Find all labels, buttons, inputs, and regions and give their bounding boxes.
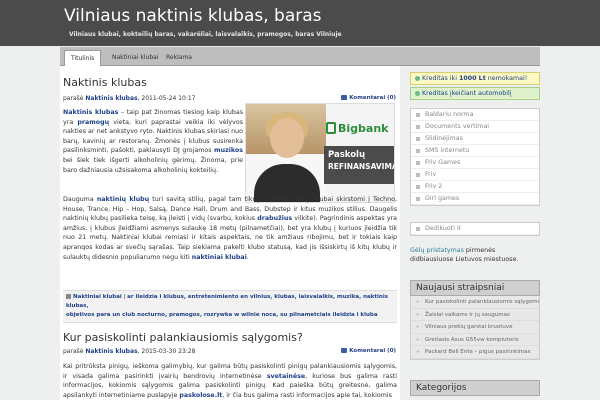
main-nav: Titulinis Naktiniai klubai Reklama bbox=[60, 47, 540, 66]
bullet-icon bbox=[415, 90, 420, 96]
ad-brand: Bigbank bbox=[338, 122, 389, 135]
text: bei šiek tiek išgerti alkoholinių gėrimų… bbox=[63, 156, 243, 174]
meta-prefix: parašė bbox=[63, 95, 84, 102]
recent-post-link[interactable]: Packard Bell Ente – pigus pasirinkimas bbox=[411, 346, 539, 359]
comments-count[interactable]: Komentarai (0) bbox=[349, 348, 396, 354]
link-naktiniu-klubu[interactable]: naktinių klubų bbox=[97, 196, 149, 203]
link-muzikos[interactable]: muzikos bbox=[214, 147, 243, 154]
link-paskolose[interactable]: paskolose.lt bbox=[179, 392, 222, 399]
bullet-icon bbox=[415, 75, 420, 81]
comment-icon bbox=[341, 348, 348, 353]
text: Kreditas iki bbox=[422, 75, 459, 82]
recent-post-link[interactable]: Žaislai vaikams ir jų saugumas bbox=[411, 309, 539, 321]
tab-titulinis[interactable]: Titulinis bbox=[64, 50, 102, 66]
recent-post-link[interactable]: Vilniaus prekių garstai kruotuve bbox=[411, 321, 539, 334]
sponsor-link[interactable]: Baldariu norma bbox=[411, 109, 539, 121]
site-title[interactable]: Vilniaus naktinis klubas, baras bbox=[64, 6, 322, 26]
post-meta: parašė Naktinis klubas, 2011-05-24 10:17 bbox=[63, 95, 195, 102]
comments-link[interactable]: Komentarai (0) bbox=[341, 95, 396, 101]
site-tagline: Vilniaus klubai, kokteilių baras, vakarė… bbox=[69, 31, 342, 38]
comment-icon bbox=[341, 95, 348, 100]
text-bold: 1000 Lt bbox=[458, 75, 486, 82]
text: Kreditas įkeičiant automobilį bbox=[422, 90, 512, 97]
sponsor-link[interactable]: Girl games bbox=[411, 193, 539, 205]
tab-reklama[interactable]: Reklama bbox=[160, 50, 198, 66]
post-date: , 2015-03-30 23:28 bbox=[137, 348, 196, 355]
main-content: Naktinis klubas parašė Naktinis klubas, … bbox=[60, 66, 400, 400]
tab-naktiniai-klubai[interactable]: Naktiniai klubai bbox=[106, 50, 164, 66]
sponsor-link[interactable]: Friv Games bbox=[411, 157, 539, 169]
bigbank-ad[interactable]: Bigbank Paskolų REFINANSAVIMAS bbox=[245, 103, 395, 203]
recent-post-link[interactable]: Kur pasiskolinti palankiausiomis sąlygom… bbox=[411, 296, 539, 309]
text: . bbox=[246, 253, 249, 261]
category-link[interactable]: Naktiniai klubai bbox=[73, 294, 122, 300]
link-drabuzius[interactable]: drabužius bbox=[257, 215, 292, 222]
link-naktinis-klubas[interactable]: Naktinis klubas bbox=[63, 109, 118, 116]
sponsor-link[interactable]: SMS internetu bbox=[411, 145, 539, 157]
sponsor-links: Baldariu norma Documents vertimai Slidin… bbox=[410, 108, 540, 206]
post-body-p2: Dauguma naktinių klubų turi savitą stili… bbox=[63, 195, 397, 262]
comments-link[interactable]: Komentarai (0) bbox=[341, 348, 396, 354]
post-body: Kai pritrūksta pinigų, ieškoma galimybių… bbox=[63, 362, 397, 400]
recent-posts-list: Kur pasiskolinti palankiausiomis sąlygom… bbox=[410, 296, 540, 360]
link-svetainese[interactable]: svetainėse bbox=[267, 373, 305, 380]
sponsor-link[interactable]: Dedikuoti II bbox=[411, 223, 539, 235]
post-title[interactable]: Kur pasiskolinti palankiausiomis sąlygom… bbox=[63, 331, 303, 344]
link-naktiniai-klubai[interactable]: naktiniai klubai bbox=[192, 254, 247, 261]
text: , ir čia bus galima rasti informacijos a… bbox=[222, 391, 392, 399]
promo-credit-car[interactable]: Kreditas įkeičiant automobilį bbox=[410, 87, 540, 100]
recent-posts-title: Naujausi straipsniai bbox=[410, 280, 540, 296]
flower-promo: Gėlų pristatymas pirmenės didbiausiuose … bbox=[410, 246, 540, 264]
sponsor-link[interactable]: Documents vertimai bbox=[411, 121, 539, 133]
tag-icon bbox=[66, 294, 71, 299]
post-date: , 2011-05-24 10:17 bbox=[137, 95, 196, 102]
ad-text-box: Paskolų REFINANSAVIMAS bbox=[324, 146, 394, 184]
sponsor-link[interactable]: Friv bbox=[411, 169, 539, 181]
post-tags: Naktiniai klubai | ar ileidzia i klubus,… bbox=[63, 290, 397, 323]
link-pramogu[interactable]: pramogų bbox=[77, 119, 109, 126]
bigbank-logo-icon bbox=[326, 122, 336, 134]
comments-count[interactable]: Komentarai (0) bbox=[349, 95, 396, 101]
post-author-link[interactable]: Naktinis klubas bbox=[85, 348, 137, 355]
sponsor-links-2: Dedikuoti II bbox=[410, 222, 540, 236]
post-title[interactable]: Naktinis klubas bbox=[63, 76, 147, 89]
tags-links-2[interactable]: objetivos para un club nocturno, pramogo… bbox=[66, 312, 378, 318]
promo-credit-1000[interactable]: Kreditas iki 1000 Lt nemokamai! bbox=[410, 72, 540, 85]
sponsor-link[interactable]: Friv 2 bbox=[411, 181, 539, 193]
categories-title: Kategorijos bbox=[410, 380, 540, 396]
post-meta: parašė Naktinis klubas, 2015-03-30 23:28 bbox=[63, 348, 195, 355]
recent-post-link[interactable]: Greitasis Asus G55vw kompiuteris bbox=[411, 334, 539, 346]
text: Dauguma bbox=[63, 196, 97, 203]
post-author-link[interactable]: Naktinis klubas bbox=[85, 95, 137, 102]
site-header: Vilniaus naktinis klubas, baras Vilniaus… bbox=[0, 0, 600, 46]
text: nemokamai! bbox=[485, 75, 528, 82]
ad-face bbox=[270, 118, 304, 158]
post-body-p1: Naktinis klubas – taip pat žinomas tiesi… bbox=[63, 108, 243, 175]
flower-link[interactable]: Gėlų pristatymas bbox=[410, 247, 464, 254]
ad-line1: Paskolų bbox=[328, 150, 366, 160]
meta-prefix: parašė bbox=[63, 348, 84, 355]
sponsor-link[interactable]: Slidinėjimas bbox=[411, 133, 539, 145]
ad-line2: REFINANSAVIMAS bbox=[328, 162, 394, 171]
